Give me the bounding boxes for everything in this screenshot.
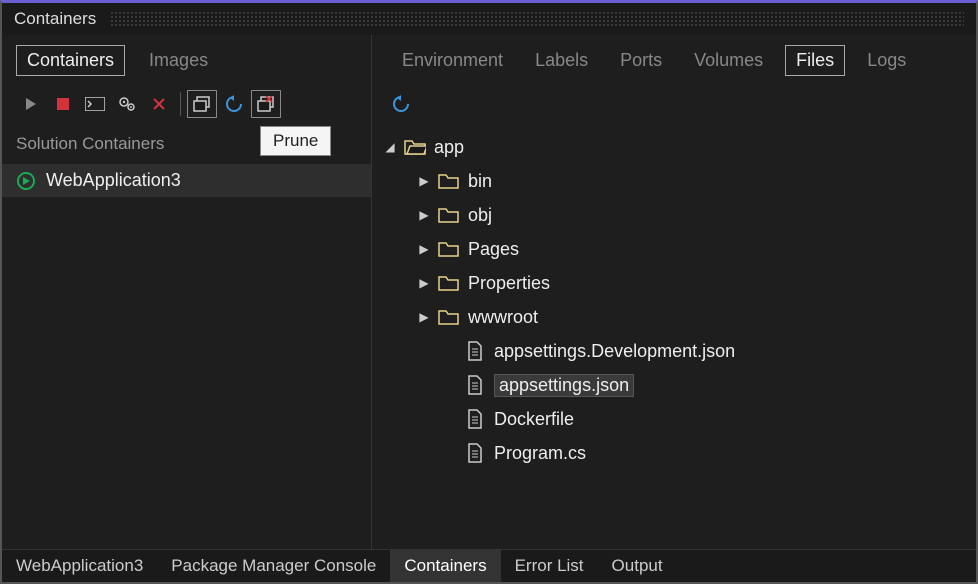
solution-item-label: WebApplication3 bbox=[46, 170, 181, 191]
right-panel: Environment Labels Ports Volumes Files L… bbox=[372, 35, 976, 549]
tree-folder[interactable]: ▶ obj bbox=[384, 198, 976, 232]
file-icon bbox=[464, 443, 486, 463]
tree-label: Pages bbox=[468, 239, 519, 260]
tree-label: wwwroot bbox=[468, 307, 538, 328]
file-tree: ◢ app ▶ bin ▶ obj ▶ Pages ▶ Properties ▶ wwwroot ▶ap… bbox=[372, 126, 976, 549]
left-tabs: Containers Images bbox=[2, 35, 371, 86]
play-button[interactable] bbox=[16, 90, 46, 118]
prune-tooltip: Prune bbox=[260, 126, 331, 156]
settings-button[interactable] bbox=[112, 90, 142, 118]
file-icon bbox=[464, 375, 486, 395]
bottom-tab-errorlist[interactable]: Error List bbox=[501, 550, 598, 582]
running-icon bbox=[16, 171, 36, 191]
caret-right-icon: ▶ bbox=[418, 310, 430, 324]
tree-folder-root[interactable]: ◢ app bbox=[384, 130, 976, 164]
terminal-icon bbox=[85, 97, 105, 111]
tree-file[interactable]: ▶appsettings.json bbox=[384, 368, 976, 402]
folder-icon bbox=[438, 273, 460, 293]
tree-folder[interactable]: ▶ Pages bbox=[384, 232, 976, 266]
tab-logs[interactable]: Logs bbox=[857, 46, 916, 75]
tab-environment[interactable]: Environment bbox=[392, 46, 513, 75]
tree-label: obj bbox=[468, 205, 492, 226]
folder-icon bbox=[438, 239, 460, 259]
window-title: Containers bbox=[14, 9, 96, 29]
refresh-files-button[interactable] bbox=[386, 90, 416, 118]
stop-icon bbox=[56, 97, 70, 111]
play-icon bbox=[24, 97, 38, 111]
folder-icon bbox=[438, 171, 460, 191]
caret-down-icon: ◢ bbox=[384, 140, 396, 154]
tree-label: Program.cs bbox=[494, 443, 586, 464]
tree-folder[interactable]: ▶ wwwroot bbox=[384, 300, 976, 334]
tab-files[interactable]: Files bbox=[785, 45, 845, 76]
titlebar-drag-area[interactable] bbox=[110, 11, 964, 27]
stop-button[interactable] bbox=[48, 90, 78, 118]
caret-right-icon: ▶ bbox=[418, 208, 430, 222]
main-area: Containers Images bbox=[2, 35, 976, 549]
right-tabs: Environment Labels Ports Volumes Files L… bbox=[372, 35, 976, 86]
refresh-icon bbox=[392, 95, 410, 113]
file-icon bbox=[464, 409, 486, 429]
right-toolbar bbox=[372, 86, 976, 126]
windows-icon bbox=[193, 96, 211, 112]
open-button[interactable] bbox=[187, 90, 217, 118]
left-panel: Containers Images bbox=[2, 35, 372, 549]
prune-button[interactable] bbox=[251, 90, 281, 118]
bottom-tab-output[interactable]: Output bbox=[598, 550, 677, 582]
tree-label: appsettings.Development.json bbox=[494, 341, 735, 362]
solution-item[interactable]: WebApplication3 bbox=[2, 164, 371, 197]
remove-button[interactable] bbox=[144, 90, 174, 118]
folder-icon bbox=[438, 307, 460, 327]
tree-file[interactable]: ▶Dockerfile bbox=[384, 402, 976, 436]
tab-labels[interactable]: Labels bbox=[525, 46, 598, 75]
terminal-button[interactable] bbox=[80, 90, 110, 118]
tab-images[interactable]: Images bbox=[139, 46, 218, 75]
caret-right-icon: ▶ bbox=[418, 276, 430, 290]
tree-file[interactable]: ▶appsettings.Development.json bbox=[384, 334, 976, 368]
caret-right-icon: ▶ bbox=[418, 174, 430, 188]
tree-label: Dockerfile bbox=[494, 409, 574, 430]
bottom-tab-containers[interactable]: Containers bbox=[390, 550, 500, 582]
tab-containers[interactable]: Containers bbox=[16, 45, 125, 76]
refresh-icon bbox=[225, 95, 243, 113]
folder-icon bbox=[438, 205, 460, 225]
gears-icon bbox=[118, 96, 136, 112]
bottom-tabs: WebApplication3 Package Manager Console … bbox=[2, 549, 976, 582]
refresh-button[interactable] bbox=[219, 90, 249, 118]
tree-label: app bbox=[434, 137, 464, 158]
bottom-tab-pmc[interactable]: Package Manager Console bbox=[157, 550, 390, 582]
tree-folder[interactable]: ▶ bin bbox=[384, 164, 976, 198]
tree-label: bin bbox=[468, 171, 492, 192]
prune-icon bbox=[257, 96, 275, 112]
folder-open-icon bbox=[404, 137, 426, 157]
toolbar-separator bbox=[180, 92, 181, 116]
tree-file[interactable]: ▶Program.cs bbox=[384, 436, 976, 470]
window-titlebar: Containers bbox=[2, 3, 976, 35]
file-icon bbox=[464, 341, 486, 361]
left-toolbar: Prune bbox=[2, 86, 371, 126]
x-icon bbox=[152, 97, 166, 111]
tree-label: Properties bbox=[468, 273, 550, 294]
caret-right-icon: ▶ bbox=[418, 242, 430, 256]
tab-ports[interactable]: Ports bbox=[610, 46, 672, 75]
bottom-tab-webapp[interactable]: WebApplication3 bbox=[2, 550, 157, 582]
tab-volumes[interactable]: Volumes bbox=[684, 46, 773, 75]
tree-folder[interactable]: ▶ Properties bbox=[384, 266, 976, 300]
tree-label: appsettings.json bbox=[494, 374, 634, 397]
